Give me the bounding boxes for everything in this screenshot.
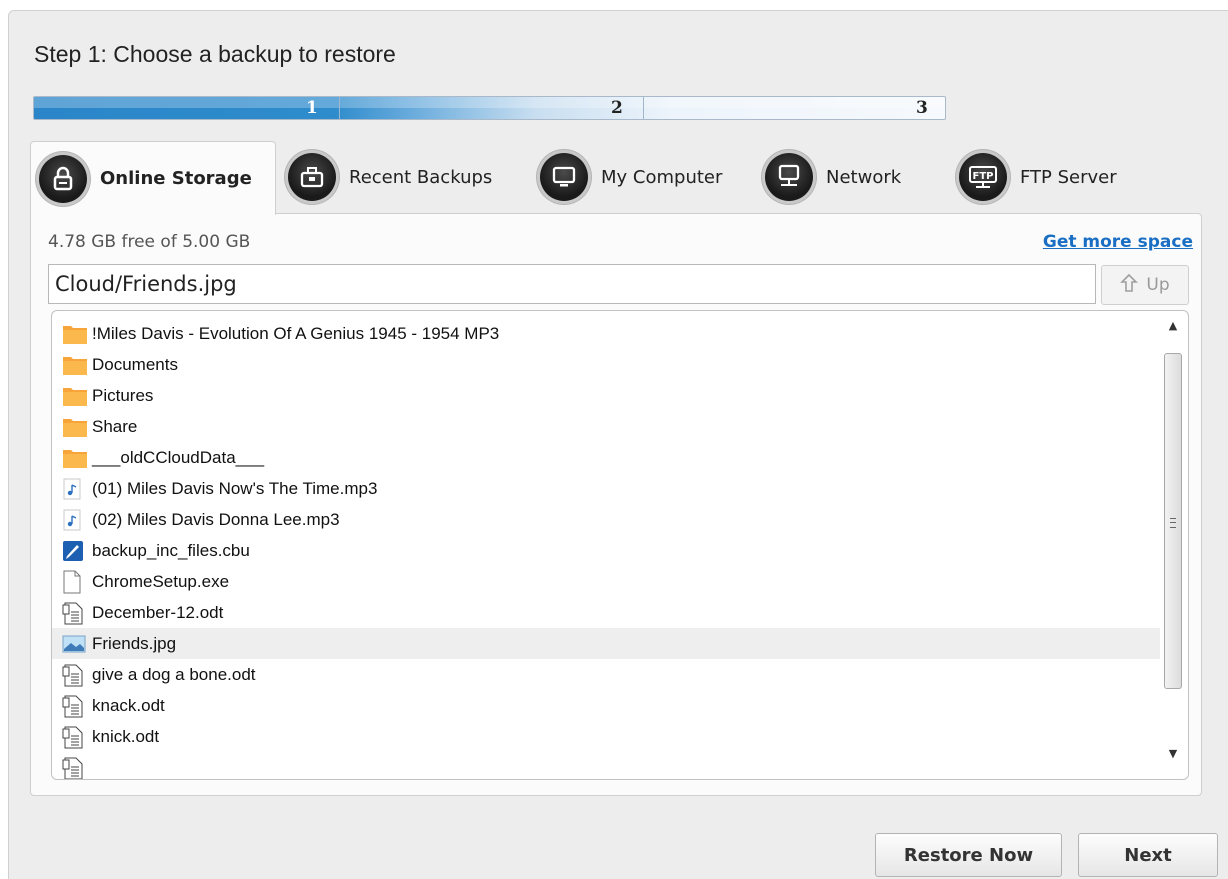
folder-icon [62, 445, 92, 471]
step-title: Step 1: Choose a backup to restore [34, 41, 396, 67]
scrollbar-grip-icon [1170, 518, 1176, 528]
file-name: Pictures [92, 385, 154, 405]
folder-icon [62, 321, 92, 347]
tab-my-computer[interactable]: My Computer [540, 141, 750, 213]
file-list-item[interactable]: Pictures [52, 380, 1160, 411]
image-file-icon [62, 631, 92, 657]
lock-icon [39, 154, 87, 203]
storage-free-text: 4.78 GB free of 5.00 GB [48, 232, 251, 252]
vertical-scrollbar[interactable]: ▲ ▼ [1161, 315, 1185, 775]
file-list-item[interactable]: knick.odt [52, 721, 1160, 752]
progress-divider [643, 97, 644, 119]
tab-my-computer-label: My Computer [601, 166, 723, 188]
tab-network[interactable]: Network [765, 141, 945, 213]
tab-ftp-server[interactable]: FTP FTP Server [959, 141, 1159, 213]
source-tabs: Online Storage Recent Backups My Compute… [30, 141, 1228, 215]
file-list-item[interactable]: Share [52, 411, 1160, 442]
progress-divider [339, 97, 340, 119]
file-list-item[interactable]: (02) Miles Davis Donna Lee.mp3 [52, 504, 1160, 535]
tab-recent-backups[interactable]: Recent Backups [288, 141, 523, 213]
document-icon [62, 755, 92, 779]
scroll-down-arrow-icon[interactable]: ▼ [1161, 743, 1185, 765]
file-list-item[interactable]: knack.odt [52, 690, 1160, 721]
audio-file-icon [62, 507, 92, 533]
file-icon [62, 569, 92, 595]
file-name: Documents [92, 354, 178, 374]
scrollbar-thumb[interactable] [1164, 353, 1182, 689]
file-name: !Miles Davis - Evolution Of A Genius 194… [92, 323, 500, 343]
document-icon [62, 724, 92, 750]
tab-online-storage[interactable]: Online Storage [30, 141, 276, 215]
file-list-item[interactable]: backup_inc_files.cbu [52, 535, 1160, 566]
up-button-label: Up [1146, 275, 1170, 295]
next-button[interactable]: Next [1078, 833, 1218, 877]
file-name: (02) Miles Davis Donna Lee.mp3 [92, 509, 340, 529]
tab-network-label: Network [826, 166, 902, 188]
document-icon [62, 662, 92, 688]
progress-step-3: 3 [916, 98, 928, 118]
file-name: knack.odt [92, 695, 165, 715]
progress-step-2: 2 [611, 98, 623, 118]
file-name: Friends.jpg [92, 633, 177, 653]
audio-file-icon [62, 476, 92, 502]
file-name: backup_inc_files.cbu [92, 540, 250, 560]
file-name: (01) Miles Davis Now's The Time.mp3 [92, 478, 378, 498]
file-list-item[interactable]: Documents [52, 349, 1160, 380]
restore-wizard-window: Step 1: Choose a backup to restore 1 2 3… [8, 10, 1228, 879]
document-icon [62, 693, 92, 719]
document-icon [62, 600, 92, 626]
tab-recent-backups-label: Recent Backups [349, 166, 493, 188]
svg-text:FTP: FTP [973, 171, 994, 182]
file-list-rows: !Miles Davis - Evolution Of A Genius 194… [52, 318, 1160, 779]
progress-step-1: 1 [306, 98, 318, 118]
tab-ftp-server-label: FTP Server [1020, 166, 1117, 188]
file-list-item[interactable]: ___oldCCloudData___ [52, 442, 1160, 473]
network-monitor-icon [765, 153, 813, 201]
ftp-icon: FTP [959, 153, 1007, 201]
file-list-item[interactable]: !Miles Davis - Evolution Of A Genius 194… [52, 318, 1160, 349]
file-name: ___oldCCloudData___ [92, 447, 265, 467]
briefcase-icon [288, 153, 336, 201]
file-list-item[interactable]: December-12.odt [52, 597, 1160, 628]
get-more-space-link[interactable]: Get more space [1043, 232, 1193, 252]
file-list-item[interactable]: Friends.jpg [52, 628, 1160, 659]
restore-now-button[interactable]: Restore Now [875, 833, 1062, 877]
monitor-icon [540, 153, 588, 201]
file-list-item[interactable]: give a dog a bone.odt [52, 659, 1160, 690]
path-input[interactable] [48, 264, 1096, 304]
file-list-item[interactable]: ChromeSetup.exe [52, 566, 1160, 597]
file-name: December-12.odt [92, 602, 224, 622]
online-storage-panel: 4.78 GB free of 5.00 GB Get more space U… [30, 213, 1202, 796]
file-name: give a dog a bone.odt [92, 664, 256, 684]
step-progress-bar: 1 2 3 [33, 96, 946, 120]
file-list[interactable]: !Miles Davis - Evolution Of A Genius 194… [51, 310, 1189, 780]
folder-icon [62, 414, 92, 440]
file-name: ChromeSetup.exe [92, 571, 230, 591]
folder-icon [62, 383, 92, 409]
up-button[interactable]: Up [1101, 265, 1189, 305]
scroll-up-arrow-icon[interactable]: ▲ [1161, 315, 1185, 337]
file-list-item[interactable] [52, 752, 1160, 779]
backup-file-icon [62, 538, 92, 564]
folder-icon [62, 352, 92, 378]
tab-online-storage-label: Online Storage [100, 168, 252, 189]
file-list-item[interactable]: (01) Miles Davis Now's The Time.mp3 [52, 473, 1160, 504]
file-name: Share [92, 416, 138, 436]
up-arrow-icon [1120, 273, 1139, 298]
file-name: knick.odt [92, 726, 160, 746]
